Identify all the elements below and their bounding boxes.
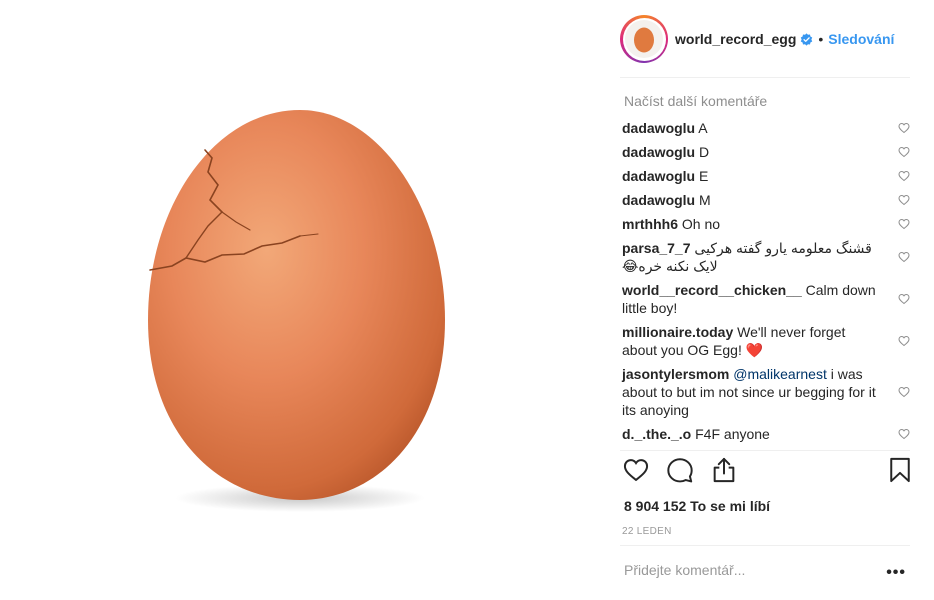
post-date[interactable]: 22 LEDEN bbox=[622, 526, 672, 537]
comment-item: mrthhh6 Oh no bbox=[622, 215, 912, 233]
comment-username[interactable]: dadawoglu bbox=[622, 144, 695, 160]
comment-text: A bbox=[698, 120, 708, 136]
avatar-story-ring[interactable] bbox=[620, 15, 668, 63]
comment-username[interactable]: mrthhh6 bbox=[622, 216, 678, 232]
share-upload-icon[interactable] bbox=[710, 456, 738, 484]
add-comment-input[interactable] bbox=[624, 562, 864, 578]
comment-bubble-icon[interactable] bbox=[666, 456, 694, 484]
comment-item: millionaire.today We'll never forget abo… bbox=[622, 323, 912, 359]
comment-text: M bbox=[699, 192, 711, 208]
comment-like-icon[interactable] bbox=[898, 293, 910, 305]
comment-username[interactable]: dadawoglu bbox=[622, 192, 695, 208]
comment-item: jasontylersmom @malikearnest i was about… bbox=[622, 365, 912, 419]
heart-outline-icon[interactable] bbox=[622, 456, 650, 484]
comment-text: Oh no bbox=[681, 216, 721, 232]
post-photo[interactable] bbox=[0, 0, 600, 600]
egg-avatar-icon bbox=[634, 27, 654, 53]
follow-button[interactable]: Sledování bbox=[828, 31, 894, 47]
comment-username[interactable]: dadawoglu bbox=[622, 120, 695, 136]
more-options-icon[interactable]: ••• bbox=[886, 564, 906, 582]
comment-like-icon[interactable] bbox=[898, 170, 910, 182]
comment-text: E bbox=[699, 168, 709, 184]
comment-username[interactable]: jasontylersmom bbox=[622, 366, 729, 382]
comment-like-icon[interactable] bbox=[898, 146, 910, 158]
comment-username[interactable]: dadawoglu bbox=[622, 168, 695, 184]
egg-image bbox=[148, 110, 445, 512]
comment-item: parsa_7_7 قشنگ معلومه یارو گفته هرکیی لا… bbox=[622, 239, 912, 275]
comment-username[interactable]: world__record__chicken__ bbox=[622, 282, 802, 298]
comment-username[interactable]: parsa_7_7 bbox=[622, 240, 691, 256]
comment-like-icon[interactable] bbox=[898, 428, 910, 440]
comment-like-icon[interactable] bbox=[898, 122, 910, 134]
bookmark-icon[interactable] bbox=[886, 456, 914, 484]
comment-text: D bbox=[699, 144, 710, 160]
comment-item: dadawoglu D bbox=[622, 143, 912, 161]
verified-badge-icon bbox=[801, 32, 813, 46]
comment-item: dadawoglu E bbox=[622, 167, 912, 185]
comments-divider bbox=[620, 450, 910, 451]
post-header: world_record_egg • Sledování bbox=[620, 12, 910, 66]
comments-list: dadawoglu A dadawoglu D dadawoglu E dada… bbox=[622, 119, 912, 449]
avatar bbox=[625, 20, 663, 58]
comment-like-icon[interactable] bbox=[898, 251, 910, 263]
comment-text: F4F anyone bbox=[695, 426, 770, 442]
comment-item: dadawoglu A bbox=[622, 119, 912, 137]
add-comment-form: ••• bbox=[624, 562, 910, 584]
load-more-comments-link[interactable]: Načíst další komentáře bbox=[624, 93, 767, 109]
post-username[interactable]: world_record_egg bbox=[675, 31, 796, 47]
comment-mention-link[interactable]: @malikearnest bbox=[733, 366, 827, 382]
comment-like-icon[interactable] bbox=[898, 218, 910, 230]
post-side-panel: world_record_egg • Sledování Načíst dalš… bbox=[600, 0, 934, 600]
comment-like-icon[interactable] bbox=[898, 386, 910, 398]
comment-like-icon[interactable] bbox=[898, 194, 910, 206]
likes-count[interactable]: 8 904 152 To se mi líbí bbox=[624, 498, 770, 514]
header-separator: • bbox=[818, 31, 824, 47]
comment-item: dadawoglu M bbox=[622, 191, 912, 209]
post-actions-bar bbox=[620, 456, 914, 490]
comment-like-icon[interactable] bbox=[898, 335, 910, 347]
comment-username[interactable]: millionaire.today bbox=[622, 324, 733, 340]
comment-username[interactable]: d._.the._.o bbox=[622, 426, 691, 442]
comment-item: d._.the._.o F4F anyone bbox=[622, 425, 912, 443]
comment-item: world__record__chicken__ Calm down littl… bbox=[622, 281, 912, 317]
header-divider bbox=[620, 77, 910, 78]
footer-divider bbox=[620, 545, 910, 546]
